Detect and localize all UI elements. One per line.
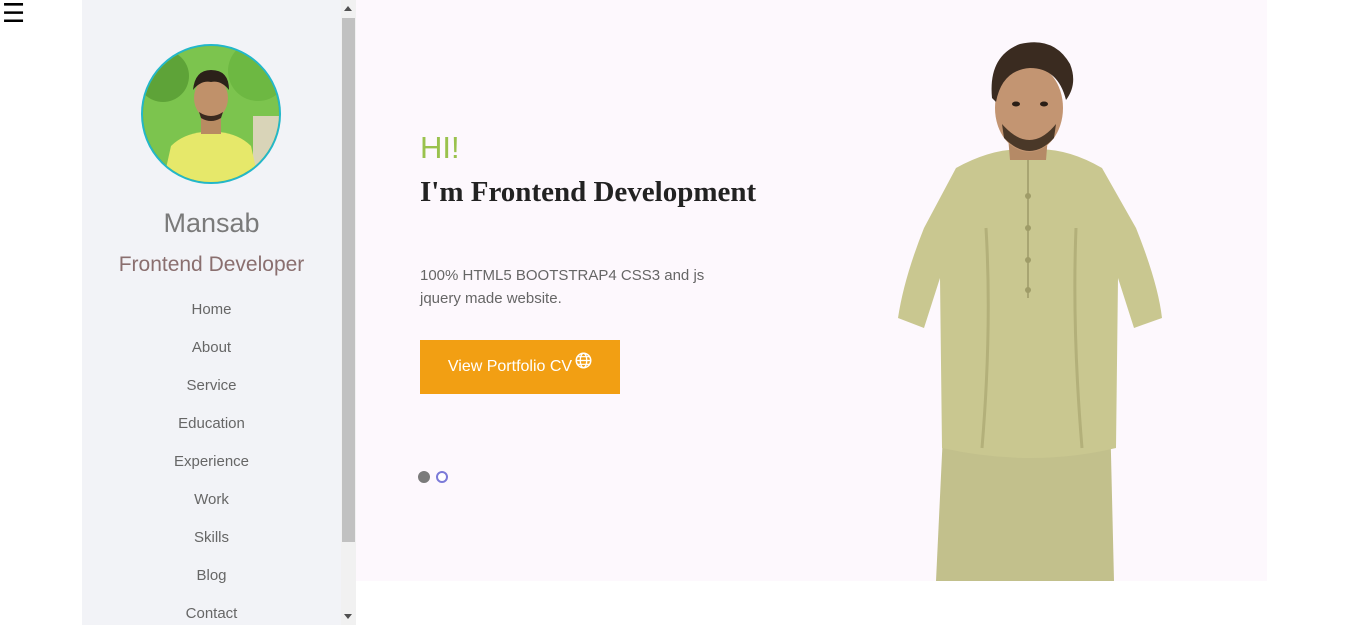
hero-description: 100% HTML5 BOOTSTRAP4 CSS3 and js jquery… — [420, 267, 705, 307]
avatar — [141, 44, 281, 184]
sidebar-scrollbar[interactable] — [341, 0, 356, 625]
view-portfolio-button[interactable]: View Portfolio CV — [420, 340, 620, 394]
globe-icon — [575, 338, 592, 392]
sidebar-item-experience[interactable]: Experience — [82, 452, 341, 490]
hero-portrait — [896, 28, 1176, 581]
scroll-down-arrow-icon[interactable] — [344, 614, 352, 619]
cta-label: View Portfolio CV — [447, 358, 573, 375]
hamburger-icon[interactable]: ☰ — [2, 0, 25, 28]
profile-name: Mansab — [163, 208, 260, 238]
sidebar-item-skills[interactable]: Skills — [82, 528, 341, 566]
sidebar-item-contact[interactable]: Contact — [82, 604, 341, 625]
hero-slide: HI! I'm Frontend Development 100% HTML5 … — [356, 0, 1267, 581]
scrollbar-thumb[interactable] — [342, 18, 355, 542]
sidebar-item-about[interactable]: About — [82, 338, 341, 376]
sidebar-item-blog[interactable]: Blog — [82, 566, 341, 604]
scroll-up-arrow-icon[interactable] — [344, 6, 352, 11]
hero-greeting: HI! — [420, 130, 460, 165]
hero-headline: I'm Frontend Development — [420, 176, 757, 208]
sidebar-item-home[interactable]: Home — [82, 300, 341, 338]
sidebar: Mansab Frontend Developer Home About Ser… — [82, 0, 356, 625]
carousel-dot-2[interactable] — [436, 471, 448, 483]
sidebar-nav: Home About Service Education Experience … — [82, 300, 341, 625]
carousel-dot-1[interactable] — [418, 471, 430, 483]
sidebar-item-service[interactable]: Service — [82, 376, 341, 414]
sidebar-item-education[interactable]: Education — [82, 414, 341, 452]
sidebar-item-work[interactable]: Work — [82, 490, 341, 528]
profile-role: Frontend Developer — [118, 253, 305, 276]
